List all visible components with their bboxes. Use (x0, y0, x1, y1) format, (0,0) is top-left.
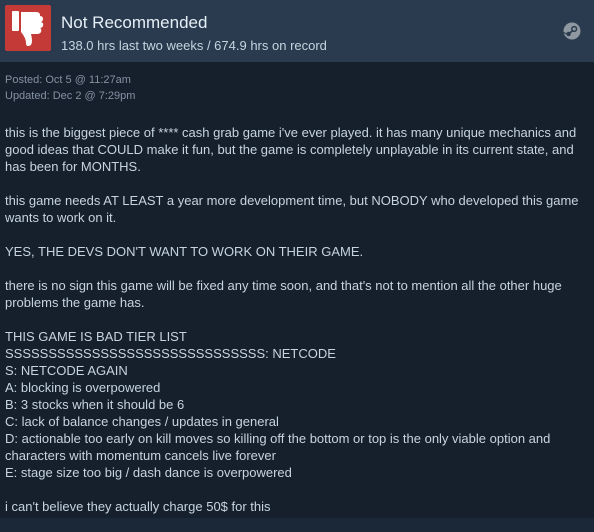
review-dates: Posted: Oct 5 @ 11:27am Updated: Dec 2 @… (5, 72, 135, 104)
updated-date: Updated: Dec 2 @ 7:29pm (5, 90, 136, 102)
tier-line: S: NETCODE AGAIN (5, 363, 128, 378)
tier-line: E: stage size too big / dash dance is ov… (5, 465, 292, 480)
review-paragraph: there is no sign this game will be fixed… (5, 278, 562, 310)
review-paragraph: this is the biggest piece of **** cash g… (5, 125, 577, 174)
steam-icon (563, 22, 581, 40)
tier-line: C: lack of balance changes / updates in … (5, 414, 279, 429)
tier-line: B: 3 stocks when it should be 6 (5, 397, 185, 412)
tier-list-title: THIS GAME IS BAD TIER LIST (5, 329, 187, 344)
tier-line: A: blocking is overpowered (5, 380, 161, 395)
review-card: Not Recommended 138.0 hrs last two weeks… (0, 0, 594, 518)
tier-line: D: actionable too early on kill moves so… (5, 431, 551, 463)
review-closing: i can't believe they actually charge 50$… (5, 499, 271, 514)
hours-played: 138.0 hrs last two weeks / 674.9 hrs on … (61, 38, 327, 53)
review-content: this is the biggest piece of **** cash g… (5, 124, 589, 532)
rating-title: Not Recommended (61, 13, 208, 32)
thumbs-down-icon[interactable] (5, 5, 51, 51)
review-paragraph: this game needs AT LEAST a year more dev… (5, 193, 579, 225)
tier-line: SSSSSSSSSSSSSSSSSSSSSSSSSSSSSS: NETCODE (5, 346, 336, 361)
posted-date: Posted: Oct 5 @ 11:27am (5, 74, 131, 86)
review-header: Not Recommended 138.0 hrs last two weeks… (0, 0, 594, 62)
review-paragraph: YES, THE DEVS DON'T WANT TO WORK ON THEI… (5, 244, 364, 259)
tier-list: THIS GAME IS BAD TIER LIST SSSSSSSSSSSSS… (5, 328, 589, 481)
